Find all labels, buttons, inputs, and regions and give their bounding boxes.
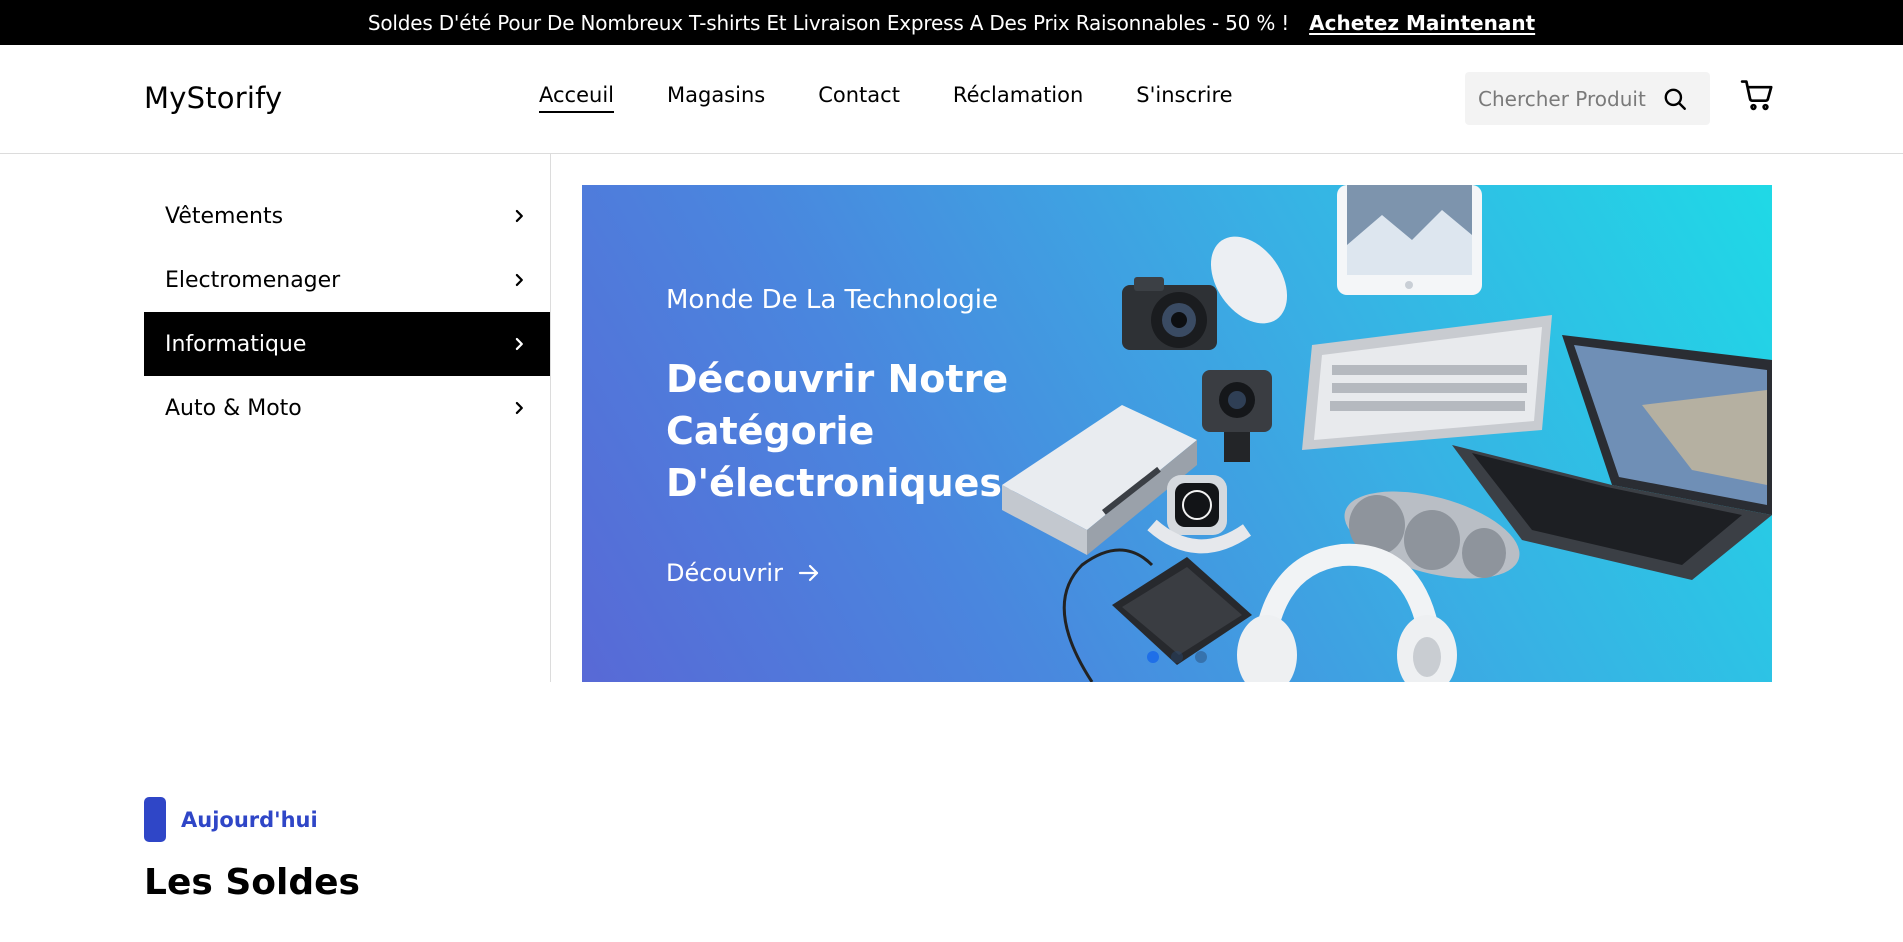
carousel-dot-1[interactable]: [1147, 651, 1159, 663]
category-label: Auto & Moto: [165, 395, 302, 421]
search-box: [1465, 72, 1710, 125]
hero-kicker: Monde De La Technologie: [666, 285, 999, 315]
nav-item-signup[interactable]: S'inscrire: [1136, 83, 1232, 113]
shop-now-link[interactable]: Achetez Maintenant: [1309, 11, 1535, 35]
chevron-right-icon: [515, 273, 523, 287]
section-tag-label: Aujourd'hui: [181, 807, 318, 832]
tablet-image: [1337, 185, 1482, 295]
carousel-dot-2[interactable]: [1171, 651, 1183, 663]
promo-bar: Soldes D'été Pour De Nombreux T-shirts E…: [0, 0, 1903, 45]
hero-banner[interactable]: Monde De La Technologie Découvrir Notre …: [582, 185, 1772, 682]
search-input[interactable]: [1478, 86, 1663, 111]
category-item-clothing[interactable]: Vêtements: [144, 184, 550, 248]
nav-item-home[interactable]: Acceuil: [539, 83, 614, 113]
section-tag: Aujourd'hui: [144, 797, 318, 842]
category-item-appliances[interactable]: Electromenager: [144, 248, 550, 312]
discover-label: Découvrir: [666, 559, 783, 587]
category-list: Vêtements Electromenager Informatique Au…: [144, 184, 550, 440]
category-item-computing[interactable]: Informatique: [144, 312, 550, 376]
headphones-image: [1237, 543, 1457, 682]
search-icon[interactable]: [1662, 86, 1688, 112]
category-sidebar: Vêtements Electromenager Informatique Au…: [144, 154, 551, 682]
promo-text: Soldes D'été Pour De Nombreux T-shirts E…: [367, 10, 1290, 35]
category-item-auto-moto[interactable]: Auto & Moto: [144, 376, 550, 440]
electronics-illustration: [1002, 185, 1772, 682]
cart-icon[interactable]: [1740, 78, 1774, 112]
carousel-dot-3[interactable]: [1195, 651, 1207, 663]
discover-button[interactable]: Découvrir: [666, 559, 821, 587]
action-camera-image: [1202, 370, 1272, 462]
carousel-dots: [1147, 651, 1219, 663]
nav-item-stores[interactable]: Magasins: [667, 83, 765, 113]
nav-item-complaint[interactable]: Réclamation: [953, 83, 1083, 113]
hero-title: Découvrir Notre Catégorie D'électronique…: [666, 357, 1017, 505]
nav-item-contact[interactable]: Contact: [818, 83, 900, 113]
chevron-right-icon: [515, 337, 523, 351]
logo[interactable]: MyStorify: [144, 81, 282, 115]
arrow-right-icon: [798, 564, 819, 582]
main-nav: Acceuil Magasins Contact Réclamation S'i…: [539, 83, 1286, 113]
chevron-right-icon: [515, 401, 523, 415]
category-label: Electromenager: [165, 267, 341, 293]
site-header: MyStorify Acceuil Magasins Contact Récla…: [0, 45, 1903, 154]
section-accent-bar: [144, 797, 166, 842]
category-label: Vêtements: [165, 203, 284, 229]
chevron-right-icon: [515, 209, 523, 223]
keyboard-image: [1302, 315, 1552, 450]
camera-image: [1122, 277, 1217, 350]
section-title: Les Soldes: [144, 862, 360, 903]
category-label: Informatique: [165, 331, 307, 357]
